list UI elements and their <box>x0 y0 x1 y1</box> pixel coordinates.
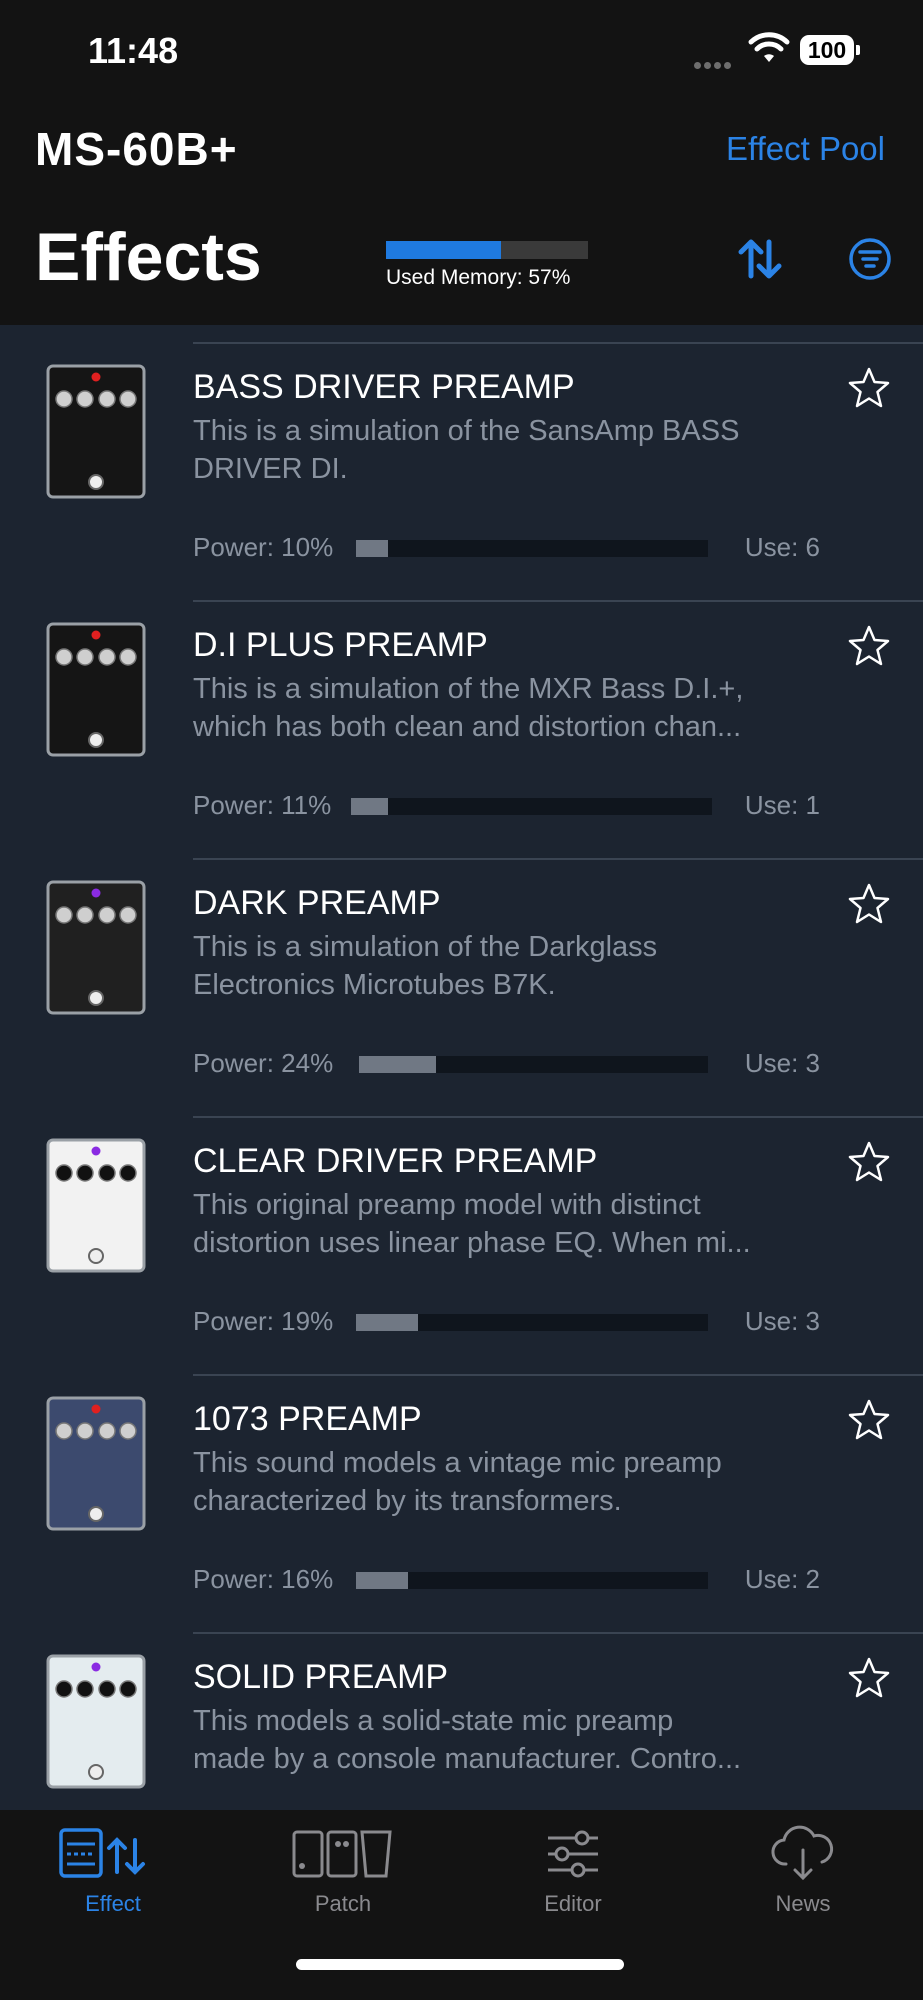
filter-icon[interactable] <box>843 232 897 286</box>
effect-name: 1073 PREAMP <box>193 1400 422 1438</box>
effect-icon <box>59 1828 145 1878</box>
effect-row[interactable]: DARK PREAMP This is a simulation of the … <box>0 858 923 1116</box>
favorite-star-icon[interactable] <box>847 1140 891 1184</box>
wifi-icon <box>748 32 790 62</box>
editor-icon <box>548 1830 598 1878</box>
effect-row[interactable]: BASS DRIVER PREAMP This is a simulation … <box>0 342 923 600</box>
app-title: MS-60B+ <box>35 123 238 175</box>
effect-description-line: This sound models a vintage mic preamp <box>193 1447 722 1479</box>
status-time: 11:48 <box>88 30 179 71</box>
page-title: Effects <box>35 219 262 295</box>
power-bar <box>356 1572 708 1589</box>
home-indicator <box>296 1959 624 1970</box>
battery-icon: 100 <box>800 35 860 65</box>
tab-bar: Effect Patch Editor News <box>0 1810 923 2000</box>
tab-patch[interactable]: Patch <box>263 1810 423 1930</box>
effect-description-line: Electronics Microtubes B7K. <box>193 969 556 1001</box>
pedal-icon <box>46 1654 146 1789</box>
pedal-icon <box>46 622 146 757</box>
sort-icon[interactable] <box>733 232 787 286</box>
effect-description-line: DRIVER DI. <box>193 453 348 485</box>
power-bar <box>356 1314 708 1331</box>
tab-patch-label: Patch <box>314 1891 372 1916</box>
effect-name: SOLID PREAMP <box>193 1658 449 1696</box>
status-bar: 11:48 100 <box>0 0 923 100</box>
cellular-signal-icon <box>694 56 738 69</box>
row-divider <box>193 342 923 344</box>
power-bar <box>359 1056 708 1073</box>
tab-news-label: News <box>775 1891 831 1916</box>
effect-description-line: which has both clean and distortion chan… <box>193 711 742 743</box>
power-bar-fill <box>351 798 388 815</box>
effect-description-line: made by a console manufacturer. Contro..… <box>193 1743 742 1775</box>
power-label: Power: 11% <box>193 790 332 820</box>
use-count: Use: 3 <box>744 1306 820 1336</box>
power-bar <box>351 798 712 815</box>
favorite-star-icon[interactable] <box>847 1398 891 1442</box>
favorite-star-icon[interactable] <box>847 1656 891 1700</box>
row-divider <box>193 1374 923 1376</box>
effect-description: This models a solid-state mic preamp mad… <box>193 1702 833 1778</box>
use-count: Use: 1 <box>744 790 820 820</box>
power-bar-fill <box>356 1314 418 1331</box>
use-count: Use: 6 <box>744 532 820 562</box>
effect-name: D.I PLUS PREAMP <box>193 626 488 664</box>
power-bar-fill <box>359 1056 436 1073</box>
memory-usage-bar <box>386 241 588 259</box>
news-icon <box>771 1825 834 1881</box>
effect-row[interactable]: 1073 PREAMP This sound models a vintage … <box>0 1374 923 1632</box>
use-count: Use: 3 <box>744 1048 820 1078</box>
memory-usage-label: Used Memory: 57% <box>386 266 571 289</box>
tab-effect-label: Effect <box>85 1891 141 1916</box>
pedal-icon <box>46 1396 146 1531</box>
effect-description-line: This is a simulation of the MXR Bass D.I… <box>193 673 744 705</box>
power-bar <box>356 540 708 557</box>
tab-effect[interactable]: Effect <box>33 1810 193 1930</box>
effect-row[interactable]: CLEAR DRIVER PREAMP This original preamp… <box>0 1116 923 1374</box>
effect-description: This is a simulation of the Darkglass El… <box>193 928 833 1004</box>
effect-description: This sound models a vintage mic preamp c… <box>193 1444 833 1520</box>
favorite-star-icon[interactable] <box>847 366 891 410</box>
favorite-star-icon[interactable] <box>847 882 891 926</box>
effect-description-line: characterized by its transformers. <box>193 1485 622 1517</box>
power-bar-fill <box>356 540 388 557</box>
effect-name: DARK PREAMP <box>193 884 441 922</box>
effect-row[interactable]: SOLID PREAMP This models a solid-state m… <box>0 1632 923 1810</box>
row-divider <box>193 600 923 602</box>
effect-list[interactable]: BASS DRIVER PREAMP This is a simulation … <box>0 325 923 1810</box>
effect-description-line: This models a solid-state mic preamp <box>193 1705 674 1737</box>
tab-news[interactable]: News <box>723 1810 883 1930</box>
effect-name: CLEAR DRIVER PREAMP <box>193 1142 598 1180</box>
effect-pool-button[interactable]: Effect Pool <box>726 130 885 168</box>
effect-description: This is a simulation of the SansAmp BASS… <box>193 412 833 488</box>
power-label: Power: 16% <box>193 1564 334 1594</box>
power-label: Power: 19% <box>193 1306 334 1336</box>
memory-usage-fill <box>386 241 502 259</box>
row-divider <box>193 1116 923 1118</box>
effect-description: This is a simulation of the MXR Bass D.I… <box>193 670 833 746</box>
power-label: Power: 24% <box>193 1048 334 1078</box>
tab-editor[interactable]: Editor <box>493 1810 653 1930</box>
effect-description-line: This original preamp model with distinct <box>193 1189 701 1221</box>
row-divider <box>193 858 923 860</box>
use-count: Use: 2 <box>744 1564 820 1594</box>
effect-description: This original preamp model with distinct… <box>193 1186 833 1262</box>
row-divider <box>193 1632 923 1634</box>
header: MS-60B+ Effect Pool Effects Used Memory:… <box>0 100 923 325</box>
effect-description-line: This is a simulation of the SansAmp BASS <box>193 415 740 447</box>
tab-editor-label: Editor <box>544 1891 602 1916</box>
effect-name: BASS DRIVER PREAMP <box>193 368 575 406</box>
battery-level: 100 <box>800 35 854 65</box>
pedal-icon <box>46 880 146 1015</box>
favorite-star-icon[interactable] <box>847 624 891 668</box>
pedal-icon <box>46 1138 146 1273</box>
power-bar-fill <box>356 1572 408 1589</box>
power-label: Power: 10% <box>193 532 334 562</box>
patch-icon <box>292 1830 392 1878</box>
effect-description-line: distortion uses linear phase EQ. When mi… <box>193 1227 751 1259</box>
effect-description-line: This is a simulation of the Darkglass <box>193 931 658 963</box>
effect-row[interactable]: D.I PLUS PREAMP This is a simulation of … <box>0 600 923 858</box>
pedal-icon <box>46 364 146 499</box>
